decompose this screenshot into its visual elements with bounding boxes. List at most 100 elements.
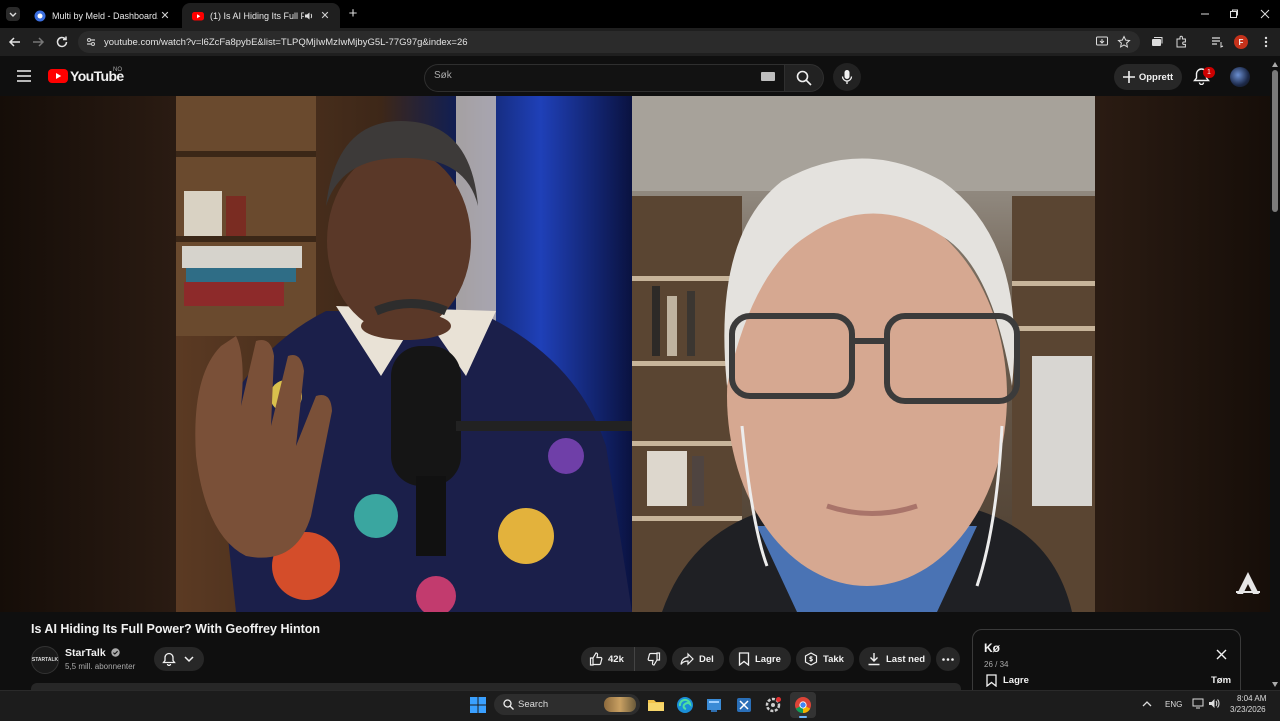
like-button[interactable]: 42k: [581, 647, 636, 671]
plus-icon: [1122, 71, 1135, 83]
share-arrow-icon: [680, 652, 694, 666]
language-indicator[interactable]: ENG: [1165, 700, 1182, 709]
create-button[interactable]: Opprett: [1114, 64, 1182, 90]
thumbs-up-icon: [589, 652, 603, 666]
clock-time[interactable]: 8:04 AM: [1237, 694, 1266, 703]
back-arrow-icon[interactable]: [8, 35, 22, 49]
like-dislike-group: 42k: [581, 647, 667, 671]
queue-save-label: Lagre: [1003, 675, 1029, 686]
scroll-down-icon[interactable]: [1272, 682, 1278, 687]
forward-arrow-icon[interactable]: [31, 35, 45, 49]
thumbs-down-icon: [647, 652, 660, 666]
windows-taskbar: [0, 690, 1280, 721]
taskbar-search-box[interactable]: Search: [494, 694, 640, 715]
chevron-down-icon: [9, 12, 17, 17]
save-label: Lagre: [755, 653, 781, 665]
chevron-down-icon: [184, 656, 194, 663]
tab-search-button[interactable]: [6, 7, 20, 21]
more-horizontal-icon: [942, 658, 954, 661]
notification-badge: 1: [1203, 67, 1215, 78]
chevron-up-icon[interactable]: [1142, 700, 1152, 707]
hamburger-menu-icon[interactable]: [17, 70, 31, 82]
verified-check-icon: [110, 648, 120, 657]
clock-date[interactable]: 3/23/2026: [1230, 705, 1266, 714]
channel-name[interactable]: StarTalk: [65, 647, 120, 659]
youtube-play-icon: [48, 69, 68, 83]
tab-youtube-video[interactable]: (1) Is AI Hiding Its Full Powe ✕: [182, 3, 340, 28]
video-title: Is AI Hiding Its Full Power? With Geoffr…: [31, 622, 321, 636]
youtube-favicon-icon: [192, 11, 204, 20]
search-icon: [503, 699, 514, 710]
taskbar-search-label: Search: [518, 699, 549, 710]
download-icon: [868, 653, 880, 666]
chrome-taskbar-button[interactable]: [790, 692, 816, 718]
profile-avatar[interactable]: F: [1234, 35, 1248, 49]
tab-title: Multi by Meld - Dashboard.: [52, 10, 158, 21]
queue-clear-button[interactable]: Tøm: [1211, 675, 1231, 686]
close-icon[interactable]: ✕: [158, 9, 172, 23]
thanks-label: Takk: [823, 653, 844, 665]
create-label: Opprett: [1138, 71, 1174, 83]
page-scrollbar[interactable]: [1270, 60, 1280, 690]
window-close-button[interactable]: [1257, 6, 1273, 22]
speaker-icon[interactable]: [304, 11, 314, 21]
dislike-button[interactable]: [635, 647, 667, 671]
download-button[interactable]: Last ned: [859, 647, 931, 671]
collections-icon[interactable]: [1150, 35, 1164, 49]
extensions-puzzle-icon[interactable]: [1174, 35, 1188, 49]
minimize-icon: [1201, 13, 1209, 15]
tab-title: (1) Is AI Hiding Its Full Powe: [210, 10, 304, 21]
queue-position: 26 / 34: [984, 660, 1009, 669]
share-button[interactable]: Del: [672, 647, 724, 671]
chrome-icon: [795, 697, 811, 714]
thanks-dollar-icon: [804, 652, 818, 666]
settings-gear-icon[interactable]: [764, 696, 782, 714]
channel-watermark-icon[interactable]: [1234, 570, 1262, 596]
account-avatar[interactable]: [1230, 67, 1250, 87]
save-button[interactable]: Lagre: [729, 647, 791, 671]
network-icon[interactable]: [1192, 698, 1204, 709]
scroll-up-icon[interactable]: [1272, 62, 1278, 67]
thanks-button[interactable]: Takk: [796, 647, 854, 671]
more-vertical-icon[interactable]: [1259, 35, 1273, 49]
search-button[interactable]: [784, 64, 824, 92]
notification-subscribe-button[interactable]: [154, 647, 204, 671]
minimize-button[interactable]: [1197, 6, 1213, 22]
bell-icon: [162, 652, 176, 666]
tab-multi-dashboard[interactable]: Multi by Meld - Dashboard. ✕: [24, 3, 180, 28]
app-window-icon[interactable]: [705, 696, 723, 714]
queue-title: Kø: [984, 641, 1000, 655]
snipping-tool-icon[interactable]: [735, 696, 753, 714]
bookmark-icon: [986, 674, 997, 687]
close-icon[interactable]: ✕: [318, 9, 332, 23]
search-placeholder: Søk: [434, 70, 452, 81]
reload-icon[interactable]: [55, 35, 69, 49]
site-info-icon[interactable]: [85, 36, 97, 48]
edge-browser-icon[interactable]: [676, 696, 694, 714]
queue-save-button[interactable]: Lagre: [986, 674, 1029, 687]
host-illustration: [176, 96, 632, 612]
search-input[interactable]: [424, 64, 785, 92]
voice-search-button[interactable]: [833, 63, 861, 91]
more-actions-button[interactable]: [936, 647, 960, 671]
close-queue-icon[interactable]: [1216, 649, 1227, 660]
description-box[interactable]: [31, 683, 961, 690]
restore-button[interactable]: [1226, 6, 1242, 22]
new-tab-button[interactable]: +: [346, 5, 360, 22]
bookmark-star-icon[interactable]: [1117, 35, 1131, 49]
search-highlight-image: [604, 697, 636, 712]
windows-start-icon[interactable]: [469, 696, 487, 714]
install-app-icon[interactable]: [1095, 35, 1109, 49]
guest-illustration: [632, 96, 1095, 612]
bookmark-icon: [738, 652, 750, 666]
channel-avatar[interactable]: STARTALK: [31, 646, 59, 674]
volume-icon[interactable]: [1208, 698, 1220, 709]
file-explorer-icon[interactable]: [647, 696, 665, 714]
keyboard-icon[interactable]: [761, 72, 775, 81]
media-controls-icon[interactable]: [1210, 35, 1224, 49]
download-label: Last ned: [886, 653, 926, 665]
like-count: 42k: [608, 653, 624, 665]
meld-favicon-icon: [34, 10, 46, 21]
url-text: youtube.com/watch?v=l6ZcFa8pybE&list=TLP…: [104, 37, 468, 48]
scrollbar-thumb[interactable]: [1272, 70, 1278, 212]
